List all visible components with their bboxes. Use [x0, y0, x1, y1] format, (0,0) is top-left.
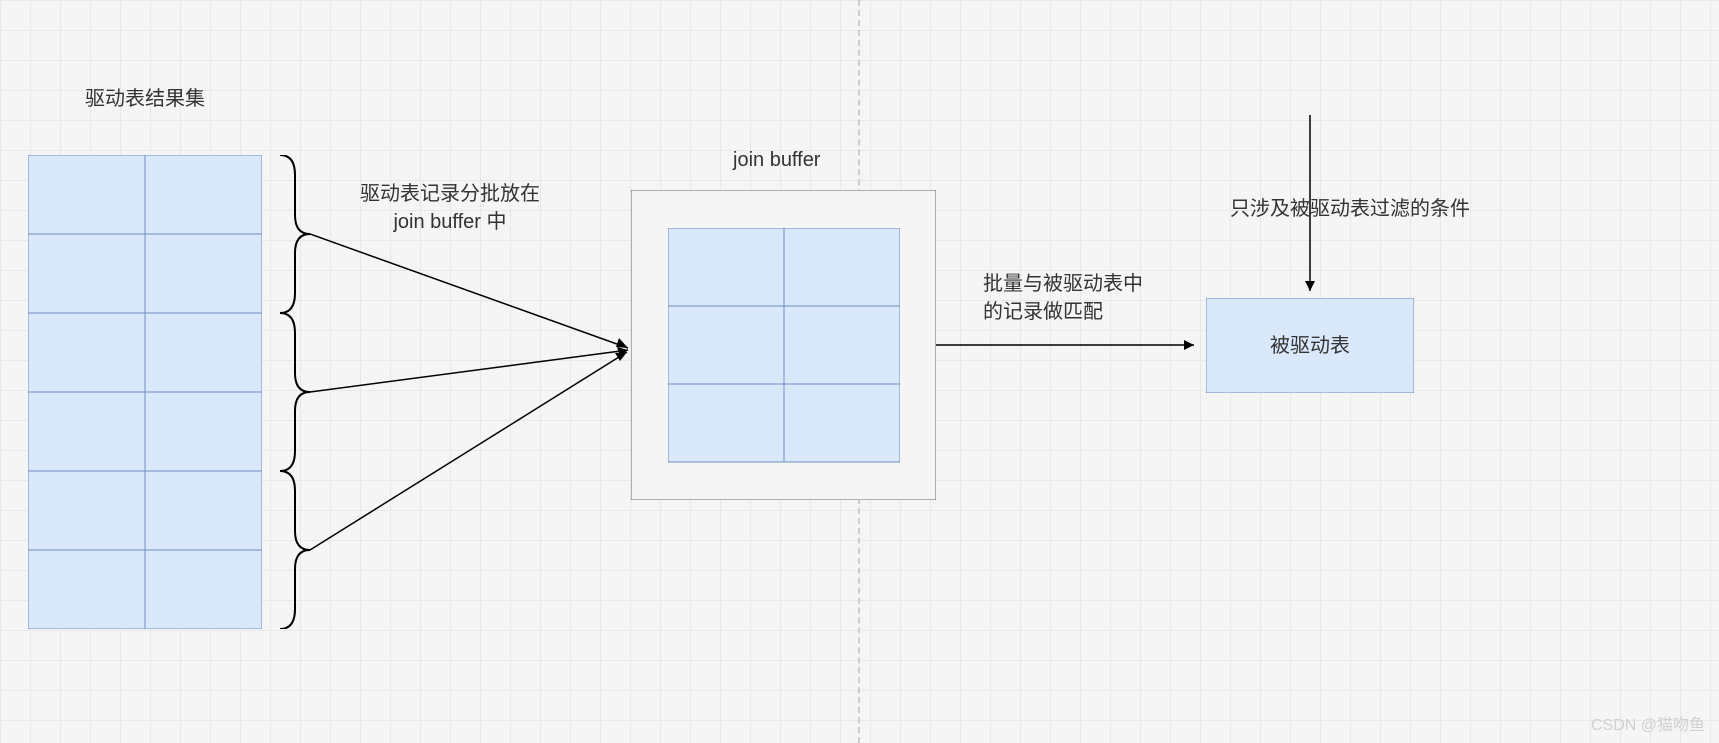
brace-3: [275, 471, 315, 629]
arrow-filter-to-driven: [1300, 115, 1320, 303]
brace-2: [275, 313, 315, 471]
arrow-buffer-to-driven: [936, 335, 1206, 355]
brace-label: 驱动表记录分批放在 join buffer 中: [360, 180, 540, 236]
join-buffer-table: [668, 228, 900, 463]
driver-table-title: 驱动表结果集: [85, 85, 205, 113]
driven-table-label: 被驱动表: [1270, 332, 1350, 360]
match-label-line2: 的记录做匹配: [983, 301, 1103, 323]
driver-result-table: [28, 155, 262, 629]
match-label: 批量与被驱动表中 的记录做匹配: [983, 270, 1143, 326]
watermark: CSDN @猫吻鱼: [1591, 711, 1705, 735]
arrow-brace1-to-buffer: [310, 230, 640, 360]
brace-1: [275, 155, 315, 313]
join-buffer-title: join buffer: [733, 146, 820, 174]
match-label-line1: 批量与被驱动表中: [983, 273, 1143, 295]
brace-label-line1: 驱动表记录分批放在: [360, 183, 540, 205]
filter-label: 只涉及被驱动表过滤的条件: [1230, 195, 1470, 223]
arrow-brace3-to-buffer: [310, 345, 640, 560]
